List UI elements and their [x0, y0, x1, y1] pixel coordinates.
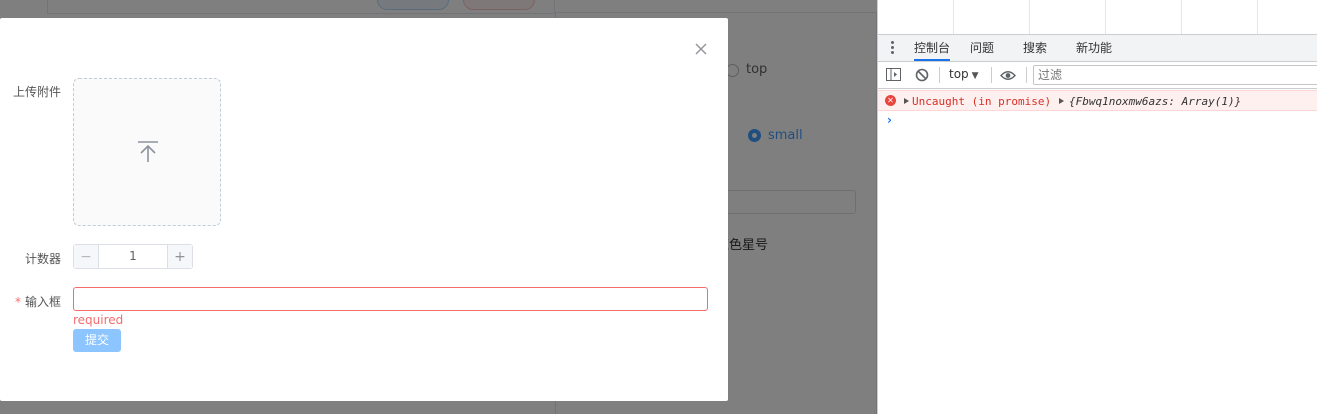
tab-issues[interactable]: 问题	[970, 35, 994, 61]
tab-whats-new[interactable]: 新功能	[1076, 35, 1112, 61]
submit-button[interactable]: 提交	[73, 329, 121, 352]
upload-icon	[138, 141, 158, 162]
console-toolbar: top ▼	[878, 62, 1317, 89]
upload-dialog: 上传附件 计数器 − 1 + * 输入框 required 提交	[0, 18, 728, 401]
close-icon[interactable]	[694, 42, 708, 56]
toolbar-divider	[991, 67, 992, 83]
error-object[interactable]: {Fbwq1noxmw6azs: Array(1)}	[1069, 95, 1241, 108]
upload-dropzone[interactable]	[73, 78, 221, 226]
required-star: *	[14, 295, 21, 309]
validation-error: required	[73, 313, 124, 327]
error-message: Uncaught (in promise)	[912, 95, 1052, 108]
devtools-panel: 控制台 问题 搜索 新功能 top▼ ✕ Uncaught (in promis…	[877, 0, 1317, 414]
expand-triangle-icon[interactable]	[1059, 98, 1064, 104]
filter-input[interactable]	[1033, 65, 1317, 85]
more-options-icon[interactable]	[891, 41, 895, 55]
devtools-top-grid	[878, 0, 1317, 35]
upload-label: 上传附件	[12, 85, 61, 99]
tab-console[interactable]: 控制台	[914, 35, 951, 61]
devtools-tabbar: 控制台 问题 搜索 新功能	[878, 35, 1317, 62]
expand-triangle-icon[interactable]	[904, 98, 909, 104]
input-label-text: 输入框	[24, 295, 61, 309]
prompt-chevron-icon[interactable]: ›	[887, 113, 892, 127]
context-select[interactable]: top ▼	[949, 67, 979, 81]
error-icon: ✕	[885, 95, 896, 106]
clear-console-icon[interactable]	[915, 68, 929, 85]
decrement-button[interactable]: −	[74, 245, 99, 268]
toolbar-divider	[939, 67, 940, 83]
context-value: top	[949, 67, 969, 81]
eye-icon[interactable]	[1000, 70, 1016, 84]
tab-search[interactable]: 搜索	[1023, 35, 1047, 61]
console-error-row[interactable]: ✕ Uncaught (in promise) {Fbwq1noxmw6azs:…	[878, 90, 1317, 111]
dropdown-arrow-icon: ▼	[971, 71, 979, 81]
text-input[interactable]	[73, 287, 708, 311]
counter-label: 计数器	[24, 252, 61, 266]
toolbar-divider	[1026, 67, 1027, 83]
quantity-stepper: − 1 +	[73, 244, 193, 269]
sidebar-toggle-icon[interactable]	[886, 68, 901, 84]
counter-value[interactable]: 1	[99, 245, 167, 268]
increment-button[interactable]: +	[167, 245, 192, 268]
input-label: * 输入框	[0, 293, 61, 310]
